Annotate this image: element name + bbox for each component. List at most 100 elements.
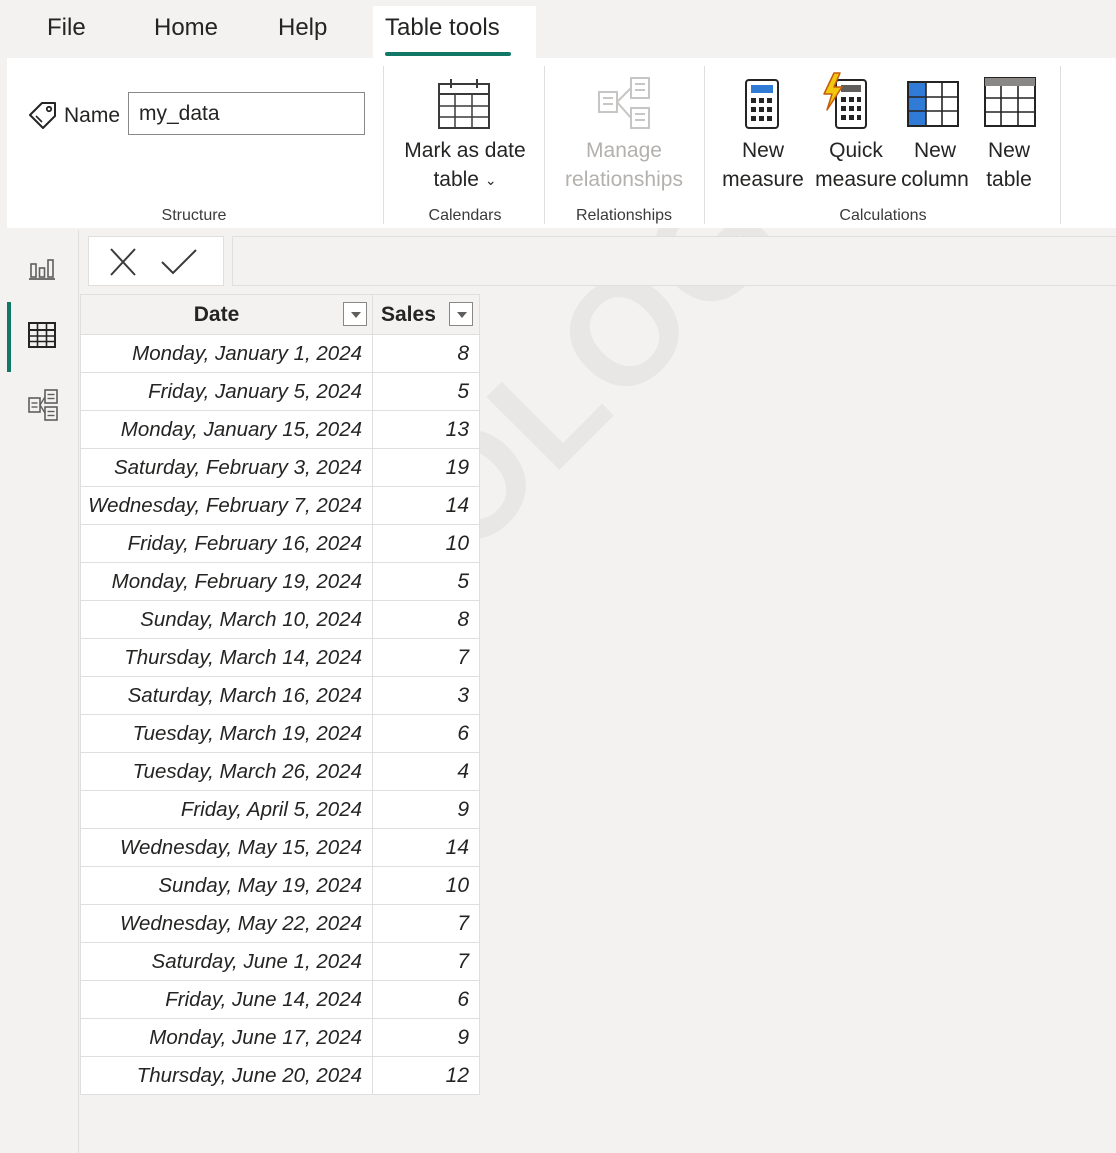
view-switcher bbox=[7, 230, 79, 1153]
tag-icon bbox=[29, 102, 56, 129]
new-column-icon bbox=[907, 81, 959, 127]
cell-sales[interactable]: 9 bbox=[372, 790, 480, 829]
cell-sales[interactable]: 9 bbox=[372, 1018, 480, 1057]
group-separator bbox=[1060, 66, 1061, 224]
cell-date[interactable]: Friday, January 5, 2024 bbox=[80, 372, 373, 411]
cell-sales[interactable]: 12 bbox=[372, 1056, 480, 1095]
cell-date[interactable]: Saturday, March 16, 2024 bbox=[80, 676, 373, 715]
cell-sales[interactable]: 7 bbox=[372, 904, 480, 943]
group-label-calendars: Calendars bbox=[428, 207, 502, 224]
table-row: Monday, January 15, 2024 13 bbox=[80, 410, 480, 449]
cell-sales[interactable]: 14 bbox=[372, 486, 480, 525]
cell-date[interactable]: Monday, June 17, 2024 bbox=[80, 1018, 373, 1057]
cell-date[interactable]: Thursday, March 14, 2024 bbox=[80, 638, 373, 677]
new-measure-line1: New bbox=[741, 139, 784, 162]
ribbon: Name Structure Mark as date table ⌄ Cale… bbox=[7, 58, 1116, 228]
cell-sales[interactable]: 8 bbox=[372, 600, 480, 639]
new-column-line2: column bbox=[901, 168, 969, 191]
calculator-icon bbox=[745, 79, 779, 129]
mark-as-date-table-button[interactable]: Mark as date table ⌄ bbox=[395, 136, 535, 195]
group-label-calculations: Calculations bbox=[839, 207, 927, 224]
table-row: Monday, June 17, 2024 9 bbox=[80, 1018, 480, 1057]
tab-file[interactable]: File bbox=[47, 14, 86, 42]
manage-relationships-button[interactable]: Manage relationships bbox=[554, 136, 694, 194]
manage-line2: relationships bbox=[565, 168, 683, 191]
cell-sales[interactable]: 8 bbox=[372, 334, 480, 373]
cell-sales[interactable]: 10 bbox=[372, 866, 480, 905]
new-column-button[interactable]: New column bbox=[899, 136, 971, 194]
cell-date[interactable]: Tuesday, March 19, 2024 bbox=[80, 714, 373, 753]
cell-date[interactable]: Sunday, May 19, 2024 bbox=[80, 866, 373, 905]
table-row: Thursday, June 20, 2024 12 bbox=[80, 1056, 480, 1095]
quick-measure-button[interactable]: Quick measure bbox=[809, 136, 903, 194]
quick-measure-line2: measure bbox=[815, 168, 897, 191]
table-row: Friday, April 5, 2024 9 bbox=[80, 790, 480, 829]
cell-date[interactable]: Monday, January 1, 2024 bbox=[80, 334, 373, 373]
cancel-icon[interactable] bbox=[107, 247, 139, 277]
new-table-icon bbox=[984, 77, 1036, 127]
column-header-sales[interactable]: Sales bbox=[372, 294, 480, 335]
new-table-line1: New bbox=[987, 139, 1030, 162]
tab-table-tools[interactable]: Table tools bbox=[373, 6, 536, 58]
cell-date[interactable]: Sunday, March 10, 2024 bbox=[80, 600, 373, 639]
cell-sales[interactable]: 19 bbox=[372, 448, 480, 487]
tab-help[interactable]: Help bbox=[278, 14, 327, 42]
cell-sales[interactable]: 5 bbox=[372, 372, 480, 411]
cell-date[interactable]: Saturday, February 3, 2024 bbox=[80, 448, 373, 487]
cell-date[interactable]: Monday, February 19, 2024 bbox=[80, 562, 373, 601]
cell-date[interactable]: Saturday, June 1, 2024 bbox=[80, 942, 373, 981]
cell-date[interactable]: Wednesday, May 15, 2024 bbox=[80, 828, 373, 867]
cell-date[interactable]: Friday, April 5, 2024 bbox=[80, 790, 373, 829]
cell-sales[interactable]: 7 bbox=[372, 942, 480, 981]
table-row: Wednesday, May 15, 2024 14 bbox=[80, 828, 480, 867]
cell-sales[interactable]: 4 bbox=[372, 752, 480, 791]
table-row: Tuesday, March 19, 2024 6 bbox=[80, 714, 480, 753]
cell-date[interactable]: Thursday, June 20, 2024 bbox=[80, 1056, 373, 1095]
new-table-button[interactable]: New table bbox=[975, 136, 1043, 194]
quick-measure-icon bbox=[823, 72, 867, 129]
cell-sales[interactable]: 7 bbox=[372, 638, 480, 677]
manage-relationships-icon bbox=[598, 77, 650, 129]
cell-date[interactable]: Tuesday, March 26, 2024 bbox=[80, 752, 373, 791]
cell-sales[interactable]: 14 bbox=[372, 828, 480, 867]
cell-sales[interactable]: 6 bbox=[372, 980, 480, 1019]
table-row: Saturday, June 1, 2024 7 bbox=[80, 942, 480, 981]
cell-sales[interactable]: 3 bbox=[372, 676, 480, 715]
nav-report-view[interactable] bbox=[7, 240, 79, 296]
mark-as-date-line2: table ⌄ bbox=[433, 168, 497, 191]
cell-date[interactable]: Friday, February 16, 2024 bbox=[80, 524, 373, 563]
column-header-sales-label: Sales bbox=[381, 303, 436, 326]
cell-sales[interactable]: 5 bbox=[372, 562, 480, 601]
cell-date[interactable]: Friday, June 14, 2024 bbox=[80, 980, 373, 1019]
table-row: Saturday, February 3, 2024 19 bbox=[80, 448, 480, 487]
table-row: Wednesday, February 7, 2024 14 bbox=[80, 486, 480, 525]
calendar-icon bbox=[438, 79, 490, 129]
new-measure-button[interactable]: New measure bbox=[721, 136, 805, 194]
cell-sales[interactable]: 6 bbox=[372, 714, 480, 753]
cell-sales[interactable]: 13 bbox=[372, 410, 480, 449]
chevron-down-icon: ⌄ bbox=[484, 171, 497, 188]
group-label-structure: Structure bbox=[161, 207, 227, 224]
commit-icon[interactable] bbox=[159, 247, 199, 277]
cell-date[interactable]: Wednesday, May 22, 2024 bbox=[80, 904, 373, 943]
table-row: Sunday, March 10, 2024 8 bbox=[80, 600, 480, 639]
cell-date[interactable]: Wednesday, February 7, 2024 bbox=[80, 486, 373, 525]
model-view-icon bbox=[28, 389, 58, 421]
table-row: Monday, January 1, 2024 8 bbox=[80, 334, 480, 373]
formula-input[interactable] bbox=[232, 236, 1116, 286]
filter-dropdown-sales[interactable] bbox=[449, 302, 473, 326]
quick-measure-line1: Quick bbox=[829, 139, 883, 162]
cell-date[interactable]: Monday, January 15, 2024 bbox=[80, 410, 373, 449]
table-name-input[interactable] bbox=[128, 92, 365, 135]
active-tab-indicator bbox=[385, 52, 511, 56]
column-header-date[interactable]: Date bbox=[80, 294, 373, 335]
nav-model-view[interactable] bbox=[7, 374, 79, 430]
table-row: Friday, January 5, 2024 5 bbox=[80, 372, 480, 411]
nav-table-view[interactable] bbox=[7, 302, 79, 372]
tab-home[interactable]: Home bbox=[154, 14, 218, 42]
cell-sales[interactable]: 10 bbox=[372, 524, 480, 563]
table-row: Thursday, March 14, 2024 7 bbox=[80, 638, 480, 677]
table-header-row: Date Sales bbox=[80, 294, 480, 335]
column-header-date-label: Date bbox=[193, 302, 240, 326]
filter-dropdown-date[interactable] bbox=[343, 302, 367, 326]
